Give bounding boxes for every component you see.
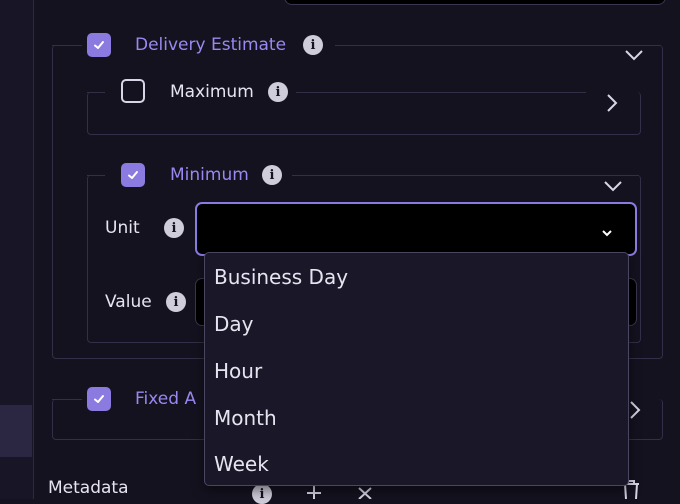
unit-dropdown-menu: Business Day Day Hour Month Week bbox=[204, 252, 629, 486]
minimum-label: Minimum bbox=[170, 165, 249, 185]
chevron-down-icon[interactable] bbox=[603, 179, 623, 193]
check-icon bbox=[94, 41, 104, 49]
check-icon bbox=[94, 395, 104, 403]
sidebar-selected-item[interactable] bbox=[0, 405, 32, 457]
unit-label: Unit bbox=[105, 218, 140, 238]
maximum-label: Maximum bbox=[170, 82, 254, 102]
value-label: Value bbox=[105, 292, 152, 312]
divider bbox=[335, 45, 661, 46]
info-icon[interactable]: i bbox=[166, 292, 186, 312]
chevron-down-icon bbox=[602, 230, 612, 237]
divider bbox=[292, 175, 639, 176]
chevron-down-icon[interactable] bbox=[624, 48, 644, 62]
unit-option-business-day[interactable]: Business Day bbox=[214, 265, 348, 289]
divider bbox=[52, 399, 82, 400]
top-input-field[interactable] bbox=[284, 0, 666, 5]
close-icon[interactable] bbox=[356, 487, 374, 499]
delivery-estimate-label: Delivery Estimate bbox=[135, 35, 287, 55]
chevron-right-icon[interactable] bbox=[628, 400, 642, 420]
info-icon[interactable]: i bbox=[252, 484, 272, 504]
unit-option-month[interactable]: Month bbox=[214, 406, 277, 430]
chevron-right-icon[interactable] bbox=[605, 93, 619, 113]
info-icon[interactable]: i bbox=[262, 165, 282, 185]
unit-option-hour[interactable]: Hour bbox=[214, 359, 262, 383]
fixed-checkbox[interactable] bbox=[87, 387, 111, 411]
info-icon[interactable]: i bbox=[303, 35, 323, 55]
plus-icon[interactable] bbox=[304, 485, 324, 499]
divider bbox=[87, 92, 105, 93]
fixed-label: Fixed A bbox=[135, 389, 197, 409]
unit-option-week[interactable]: Week bbox=[214, 452, 269, 476]
unit-option-day[interactable]: Day bbox=[214, 312, 254, 336]
check-icon bbox=[128, 171, 138, 179]
unit-select[interactable] bbox=[195, 202, 637, 256]
maximum-checkbox[interactable] bbox=[121, 79, 145, 103]
divider bbox=[52, 45, 82, 46]
metadata-label: Metadata bbox=[48, 478, 129, 498]
info-icon[interactable]: i bbox=[164, 218, 184, 238]
minimum-checkbox[interactable] bbox=[121, 163, 145, 187]
divider bbox=[87, 175, 105, 176]
delivery-estimate-checkbox[interactable] bbox=[87, 33, 111, 57]
divider bbox=[296, 92, 586, 93]
info-icon[interactable]: i bbox=[268, 82, 288, 102]
